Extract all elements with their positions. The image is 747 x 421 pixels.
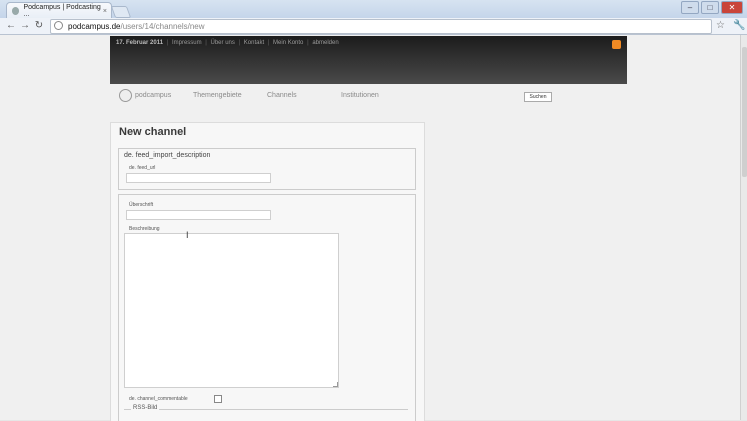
link-impressum[interactable]: Impressum bbox=[172, 40, 202, 46]
nav-item-themengebiete[interactable]: Themengebiete bbox=[193, 92, 242, 99]
nav-item-channels[interactable]: Channels bbox=[267, 92, 297, 99]
tab-title: Podcampus | Podcasting ... bbox=[23, 4, 101, 18]
nav-logo-text[interactable]: podcampus bbox=[135, 92, 171, 99]
link-abmelden[interactable]: abmelden bbox=[312, 40, 338, 46]
forward-arrow-icon[interactable]: → bbox=[18, 18, 32, 34]
commentable-label: de. channel_commentable bbox=[129, 396, 188, 402]
url-path: /users/14/channels/new bbox=[120, 22, 205, 31]
close-window-button[interactable]: ✕ bbox=[721, 1, 743, 14]
link-mein-konto[interactable]: Mein Konto bbox=[273, 40, 303, 46]
nav-item-institutionen[interactable]: Institutionen bbox=[341, 92, 379, 99]
page-title: New channel bbox=[119, 126, 187, 138]
window-controls: – □ ✕ bbox=[681, 1, 743, 14]
reload-icon[interactable]: ↻ bbox=[32, 18, 46, 34]
search-button[interactable]: Suchen bbox=[524, 92, 552, 102]
text-cursor-icon: I bbox=[186, 230, 189, 240]
link-ueber-uns[interactable]: Über uns bbox=[211, 40, 235, 46]
rss-icon[interactable] bbox=[612, 40, 621, 49]
beschreibung-label: Beschreibung bbox=[129, 226, 160, 232]
address-bar[interactable]: podcampus.de/users/14/channels/new bbox=[50, 19, 712, 34]
header-date: 17. Februar 2011 bbox=[116, 40, 164, 46]
favicon-icon bbox=[12, 7, 20, 15]
feed-url-input[interactable] bbox=[126, 173, 271, 183]
link-kontakt[interactable]: Kontakt bbox=[244, 40, 264, 46]
url-host: podcampus.de bbox=[68, 22, 121, 31]
vertical-scrollbar[interactable] bbox=[740, 35, 747, 420]
page-icon bbox=[54, 21, 63, 30]
scrollbar-thumb[interactable] bbox=[742, 47, 747, 177]
minimize-button[interactable]: – bbox=[681, 1, 699, 14]
main-nav: podcampus Themengebiete Channels Institu… bbox=[118, 89, 558, 103]
tab-close-icon[interactable]: × bbox=[103, 8, 107, 15]
header-links: 17. Februar 2011 | Impressum | Über uns … bbox=[116, 40, 339, 46]
bookmark-star-icon[interactable]: ☆ bbox=[716, 18, 725, 34]
wrench-menu-icon[interactable]: 🔧 bbox=[733, 18, 745, 34]
ueberschrift-input[interactable] bbox=[126, 210, 271, 220]
rss-bild-legend: RSS-Bild bbox=[131, 405, 160, 411]
back-arrow-icon[interactable]: ← bbox=[4, 18, 18, 34]
feed-import-legend: de. feed_import_description bbox=[124, 152, 211, 159]
rss-bild-fieldset bbox=[124, 409, 408, 421]
ueberschrift-label: Überschrift bbox=[129, 202, 154, 208]
browser-tab[interactable]: Podcampus | Podcasting ... × bbox=[6, 2, 112, 19]
feed-url-label: de. feed_url bbox=[129, 165, 156, 171]
maximize-button[interactable]: □ bbox=[701, 1, 719, 14]
textarea-resize-handle[interactable] bbox=[333, 382, 338, 387]
commentable-checkbox[interactable] bbox=[214, 395, 222, 403]
beschreibung-textarea[interactable] bbox=[124, 233, 339, 388]
